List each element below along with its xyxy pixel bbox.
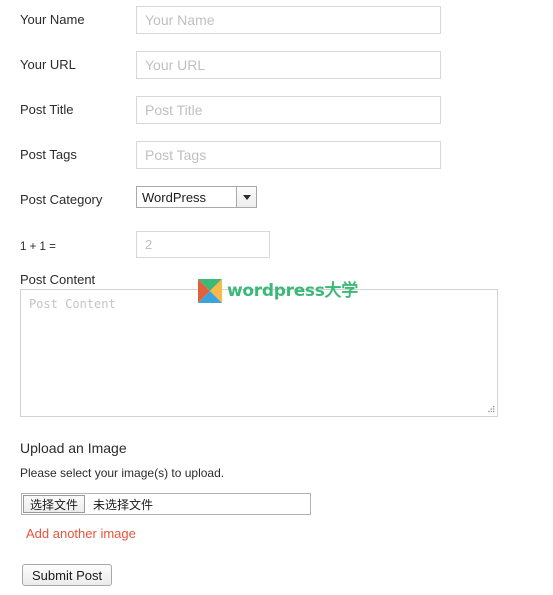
label-post-title: Post Title xyxy=(20,102,74,117)
post-title-input[interactable] xyxy=(136,96,441,124)
post-category-selected-value: WordPress xyxy=(142,189,207,205)
label-your-url: Your URL xyxy=(20,57,76,72)
form-row-your-url: Your URL xyxy=(0,45,553,90)
submit-post-button[interactable]: Submit Post xyxy=(22,564,113,586)
label-your-name: Your Name xyxy=(20,12,85,27)
form-row-post-category: Post Category WordPress xyxy=(0,180,553,225)
form-row-post-tags: Post Tags xyxy=(0,135,553,180)
label-post-category: Post Category xyxy=(20,192,103,207)
your-name-input[interactable] xyxy=(136,6,441,34)
label-captcha-question: 1 + 1 = xyxy=(20,241,56,253)
post-category-select[interactable]: WordPress xyxy=(136,186,257,208)
add-another-image-link[interactable]: Add another image xyxy=(26,526,136,541)
upload-instruction-text: Please select your image(s) to upload. xyxy=(20,466,225,480)
image-file-input[interactable]: 选择文件 未选择文件 xyxy=(21,493,311,515)
submit-post-form: Your Name Your URL Post Title Post Tags … xyxy=(0,0,553,270)
choose-file-button[interactable]: 选择文件 xyxy=(23,495,86,513)
label-post-tags: Post Tags xyxy=(20,147,77,162)
chevron-down-icon[interactable] xyxy=(236,187,256,207)
captcha-answer-input[interactable] xyxy=(136,231,270,258)
selected-file-status: 未选择文件 xyxy=(93,497,154,512)
label-post-content: Post Content xyxy=(20,272,96,287)
form-row-captcha: 1 + 1 = xyxy=(0,225,553,270)
form-row-your-name: Your Name xyxy=(0,0,553,45)
post-content-textarea[interactable] xyxy=(20,289,498,417)
upload-section-title: Upload an Image xyxy=(20,440,127,456)
post-tags-input[interactable] xyxy=(136,141,441,169)
your-url-input[interactable] xyxy=(136,51,441,79)
form-row-post-title: Post Title xyxy=(0,90,553,135)
